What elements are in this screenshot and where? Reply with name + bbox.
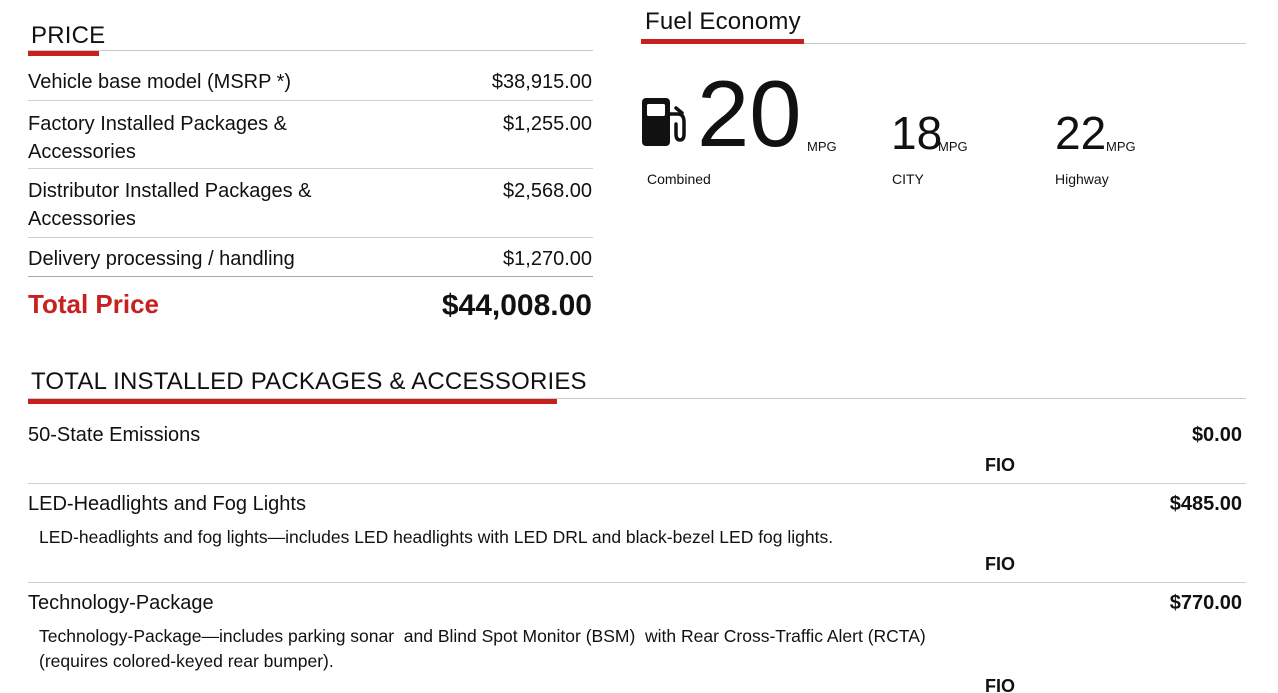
city-mpg-caption: CITY	[892, 171, 924, 187]
highway-mpg-unit: MPG	[1106, 139, 1136, 154]
price-row-value: $2,568.00	[503, 180, 592, 202]
package-title: 50-State Emissions	[28, 424, 201, 446]
price-section-header: PRICE	[28, 20, 593, 60]
price-row-label: Vehicle base model (MSRP *)	[28, 71, 292, 93]
price-row-value: $38,915.00	[491, 71, 592, 93]
total-price-value: $44,008.00	[441, 289, 592, 322]
package-fio-tag: FIO	[985, 676, 1015, 693]
package-title: Technology-Package	[28, 592, 214, 614]
package-title: LED-Headlights and Fog Lights	[28, 493, 306, 515]
divider	[28, 483, 1246, 484]
package-description-line: Technology-Package—includes parking sona…	[39, 626, 926, 646]
package-price: $485.00	[1169, 493, 1242, 515]
packages-heading: TOTAL INSTALLED PACKAGES & ACCESSORIES	[31, 368, 587, 395]
package-fio-tag: FIO	[985, 455, 1015, 475]
city-mpg-unit: MPG	[938, 139, 968, 154]
divider	[28, 100, 593, 101]
package-price: $770.00	[1169, 592, 1242, 614]
fuel-heading: Fuel Economy	[645, 8, 801, 35]
fuel-heading-accent	[641, 39, 804, 44]
divider	[28, 237, 593, 238]
price-row-label: Delivery processing / handling	[28, 248, 295, 270]
divider	[28, 582, 1246, 583]
divider	[28, 276, 593, 277]
price-row-label: Distributor Installed Packages & Accesso…	[28, 180, 312, 230]
packages-heading-accent	[28, 399, 557, 404]
divider	[28, 168, 593, 169]
package-description: LED-headlights and fog lights—includes L…	[39, 527, 834, 547]
price-row-label: Factory Installed Packages & Accessories	[28, 113, 288, 163]
price-row-value: $1,270.00	[503, 248, 592, 270]
price-row-distributor: Distributor Installed Packages & Accesso…	[28, 177, 592, 233]
highway-mpg-value: 22	[1055, 107, 1107, 159]
price-heading-accent	[28, 51, 99, 56]
price-row-value: $1,255.00	[503, 113, 592, 135]
highway-mpg-caption: Highway	[1055, 171, 1109, 187]
price-row-factory: Factory Installed Packages & Accessories…	[28, 110, 592, 166]
price-row-delivery: Delivery processing / handling $1,270.00	[28, 245, 592, 275]
fuel-pump-icon	[642, 98, 686, 146]
package-description-line: (requires colored-keyed rear bumper).	[39, 651, 334, 671]
price-heading: PRICE	[31, 22, 106, 49]
combined-mpg-caption: Combined	[647, 171, 711, 187]
fuel-section-header: Fuel Economy	[641, 6, 1246, 46]
combined-mpg-value: 20	[697, 61, 802, 166]
city-mpg-value: 18	[891, 107, 943, 159]
price-row-base: Vehicle base model (MSRP *) $38,915.00	[28, 68, 592, 98]
packages-section-header: TOTAL INSTALLED PACKAGES & ACCESSORIES	[28, 366, 1246, 410]
package-price: $0.00	[1191, 424, 1242, 446]
combined-mpg-unit: MPG	[807, 139, 837, 154]
price-heading-rule	[28, 50, 593, 51]
package-fio-tag: FIO	[985, 554, 1015, 574]
total-price-label: Total Price	[28, 289, 160, 319]
